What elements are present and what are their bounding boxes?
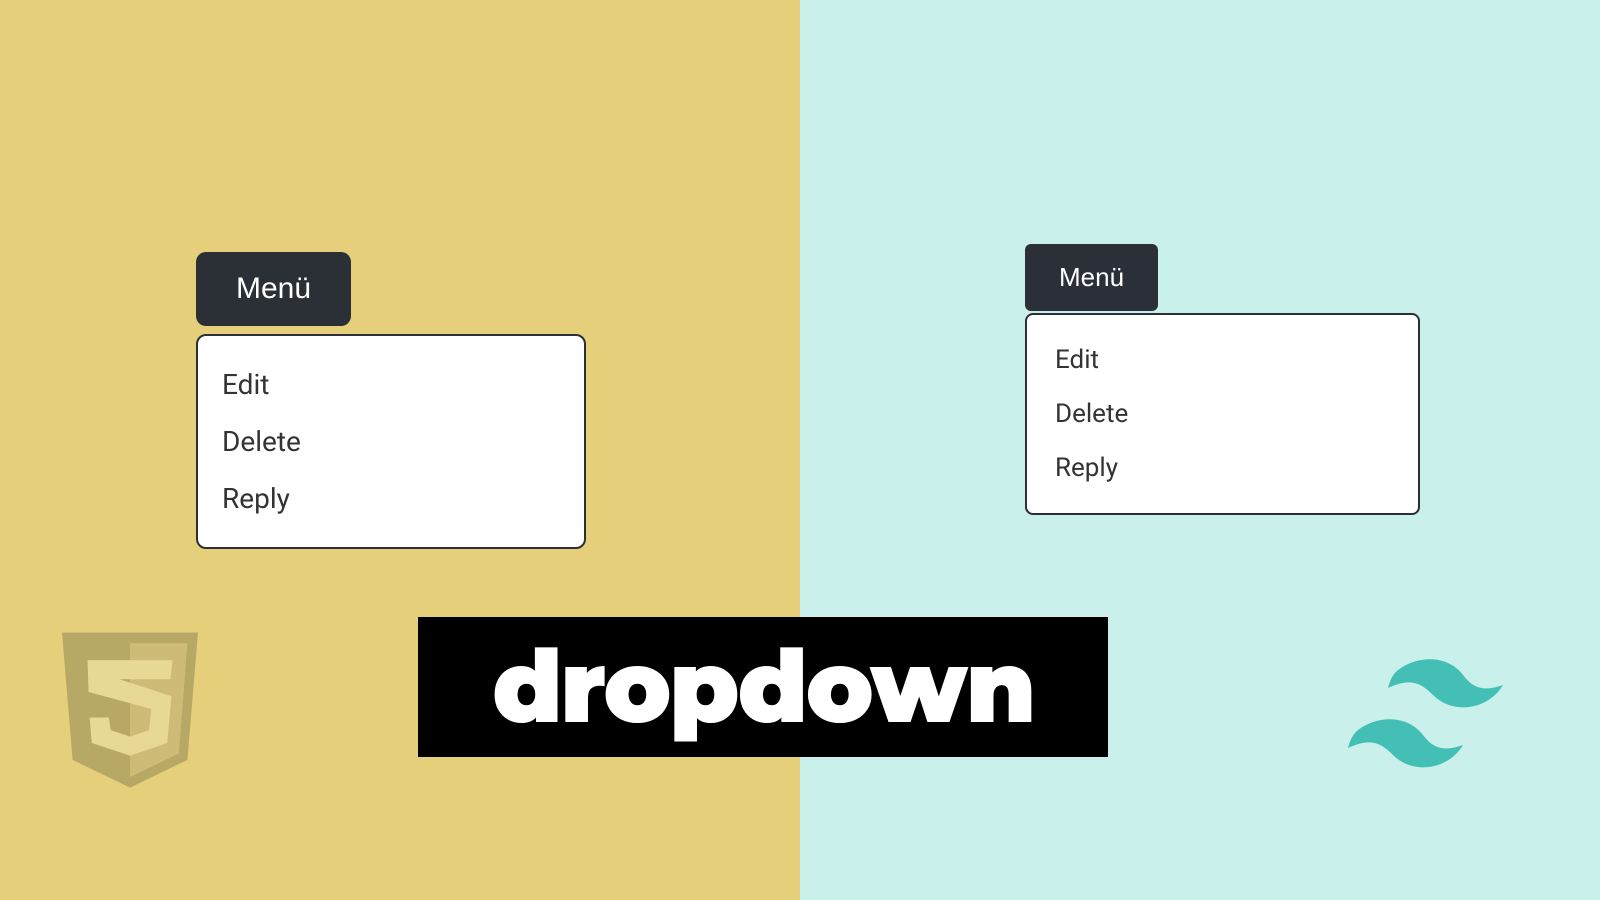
menu-item-reply[interactable]: Reply	[198, 470, 584, 527]
menu-list-right: Edit Delete Reply	[1025, 313, 1420, 515]
menu-item-edit[interactable]: Edit	[1027, 333, 1418, 387]
menu-item-delete[interactable]: Delete	[1027, 387, 1418, 441]
dropdown-tailwind: Menü Edit Delete Reply	[1025, 244, 1420, 515]
dropdown-css: Menü Edit Delete Reply	[196, 252, 586, 549]
title-banner: dropdown	[418, 617, 1108, 757]
menu-button-right[interactable]: Menü	[1025, 244, 1158, 311]
menu-list-left: Edit Delete Reply	[196, 334, 586, 549]
menu-button-left[interactable]: Menü	[196, 252, 351, 326]
menu-item-edit[interactable]: Edit	[198, 356, 584, 413]
left-panel-css: Menü Edit Delete Reply	[0, 0, 800, 900]
tailwind-icon	[1328, 650, 1528, 780]
css3-shield-icon	[62, 632, 198, 788]
menu-item-delete[interactable]: Delete	[198, 413, 584, 470]
menu-item-reply[interactable]: Reply	[1027, 441, 1418, 495]
right-panel-tailwind: Menü Edit Delete Reply	[800, 0, 1600, 900]
